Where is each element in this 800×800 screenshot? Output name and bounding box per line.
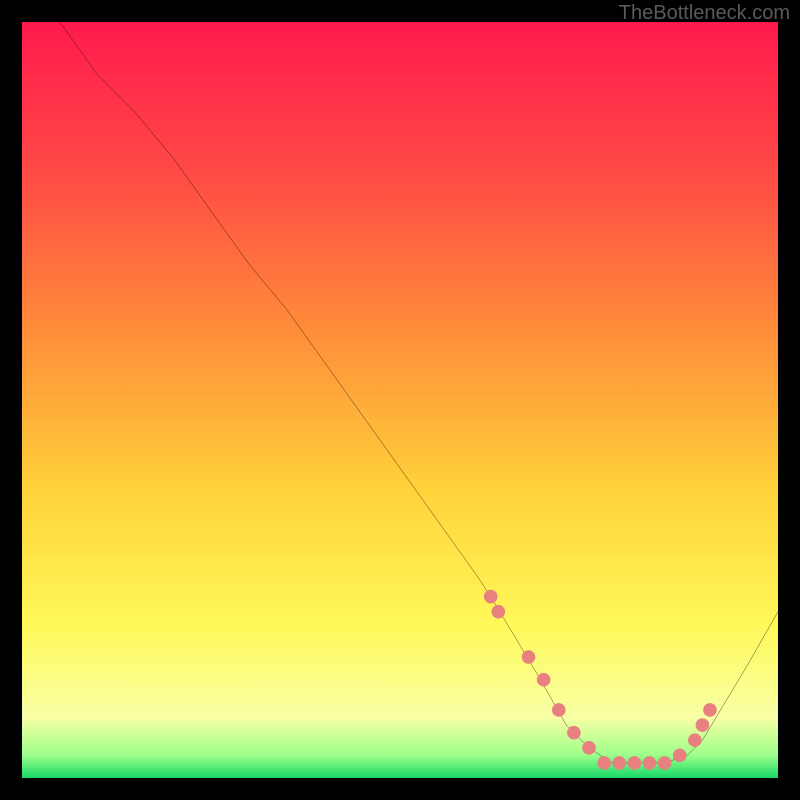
highlight-dot (597, 756, 611, 770)
highlight-dot (552, 703, 566, 717)
highlight-dot (537, 673, 551, 687)
plot-area (22, 22, 778, 778)
highlight-dot (696, 718, 710, 732)
highlight-dot (612, 756, 626, 770)
chart-frame: TheBottleneck.com (0, 0, 800, 800)
highlight-dot (491, 605, 505, 619)
highlight-dot (484, 590, 498, 604)
highlight-dot (703, 703, 717, 717)
highlight-dot (522, 650, 536, 664)
highlight-dot (643, 756, 657, 770)
gradient-bg (22, 22, 778, 778)
highlight-dot (688, 733, 702, 747)
highlight-dot (582, 741, 596, 755)
chart-svg (22, 22, 778, 778)
highlight-dot (628, 756, 642, 770)
highlight-dot (673, 749, 687, 763)
highlight-dot (567, 726, 581, 740)
highlight-dot (658, 756, 672, 770)
